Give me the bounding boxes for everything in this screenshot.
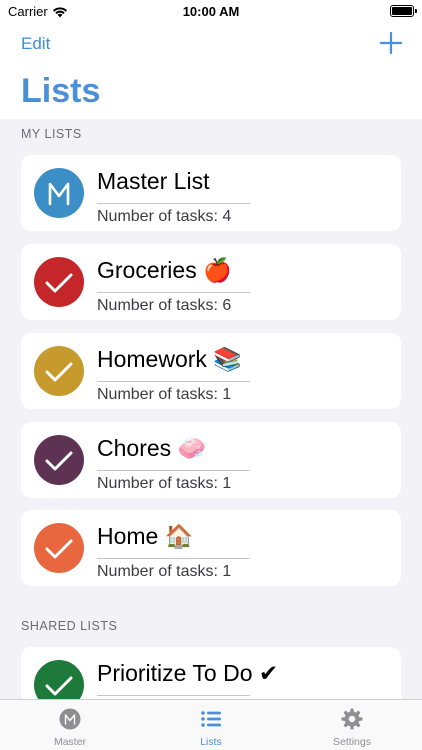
task-count: Number of tasks: 4	[97, 208, 232, 225]
checkmark-icon	[34, 346, 84, 396]
task-count: Number of tasks: 1	[97, 475, 232, 492]
tab-lists[interactable]: Lists	[141, 700, 281, 750]
tab-bar: Master Lists Settings	[0, 699, 422, 750]
tab-label: Settings	[333, 736, 371, 748]
checkmark-icon	[34, 257, 84, 307]
my-lists-header: MY LISTS	[21, 127, 82, 141]
divider	[97, 203, 250, 204]
list-name: Chores 🧼	[97, 435, 207, 461]
tab-settings[interactable]: Settings	[282, 700, 422, 750]
list-item-chores[interactable]: Chores 🧼 Number of tasks: 1	[21, 422, 401, 498]
task-count: Number of tasks: 6	[97, 297, 232, 314]
battery-icon	[390, 5, 417, 17]
divider	[97, 292, 250, 293]
m-letter-icon	[59, 708, 81, 730]
shared-lists-header: SHARED LISTS	[21, 619, 118, 633]
list-name: Groceries 🍎	[97, 257, 232, 283]
list-name: Prioritize To Do ✔	[97, 660, 279, 686]
tab-label: Lists	[200, 736, 222, 748]
list-item-homework[interactable]: Homework 📚 Number of tasks: 1	[21, 333, 401, 409]
list-item-master[interactable]: Master List Number of tasks: 4	[21, 155, 401, 231]
divider	[97, 470, 250, 471]
list-item-home[interactable]: Home 🏠 Number of tasks: 1	[21, 510, 401, 586]
tab-master[interactable]: Master	[0, 700, 140, 750]
gear-icon	[341, 708, 363, 730]
divider	[97, 695, 250, 696]
edit-button[interactable]: Edit	[21, 34, 50, 54]
list-name: Master List	[97, 168, 210, 194]
list-icon	[201, 711, 221, 727]
status-bar: Carrier 10:00 AM	[0, 0, 422, 24]
status-time: 10:00 AM	[182, 4, 240, 19]
list-name: Home 🏠	[97, 523, 194, 549]
add-list-button[interactable]	[380, 32, 402, 54]
m-letter-icon	[34, 168, 84, 218]
divider	[97, 381, 250, 382]
checkmark-icon	[34, 435, 84, 485]
task-count: Number of tasks: 1	[97, 563, 232, 580]
tab-label: Master	[53, 736, 87, 748]
list-item-groceries[interactable]: Groceries 🍎 Number of tasks: 6	[21, 244, 401, 320]
navigation-bar: Edit Lists	[0, 24, 422, 119]
divider	[97, 558, 250, 559]
task-count: Number of tasks: 1	[97, 386, 232, 403]
page-title: Lists	[21, 72, 101, 110]
list-name: Homework 📚	[97, 346, 242, 372]
checkmark-icon	[34, 523, 84, 573]
